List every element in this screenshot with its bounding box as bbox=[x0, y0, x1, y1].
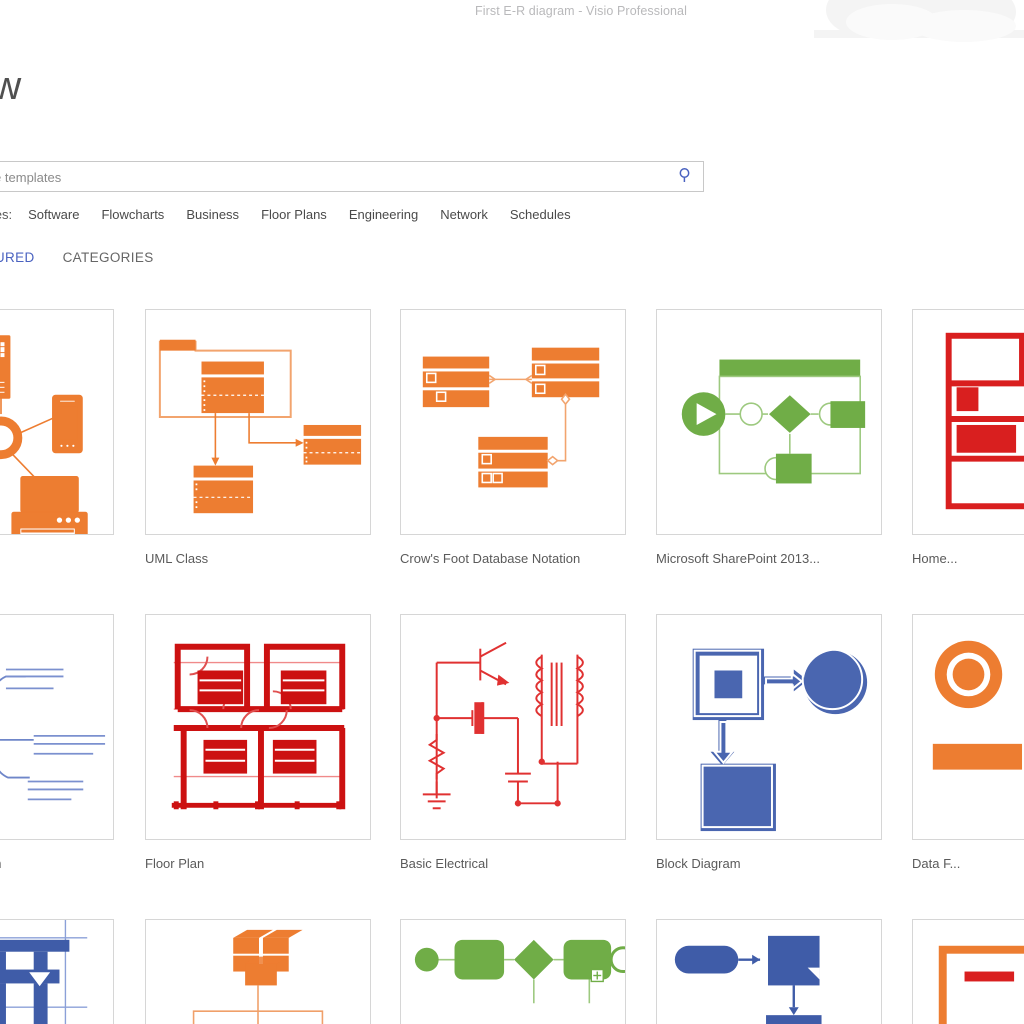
template-thumbnail bbox=[0, 614, 114, 840]
template-card-label: Home... bbox=[912, 551, 958, 566]
search-button[interactable] bbox=[671, 163, 701, 190]
template-thumbnail bbox=[0, 309, 114, 535]
tab-featured[interactable]: FEATURED bbox=[0, 250, 35, 265]
template-thumbnail bbox=[0, 919, 114, 1024]
search-box[interactable] bbox=[0, 161, 704, 193]
tab-categories[interactable]: CATEGORIES bbox=[63, 250, 154, 265]
template-card-brainstorming-diagram[interactable]: ...storming Diagram bbox=[0, 614, 114, 872]
template-card-label: Data F... bbox=[912, 856, 961, 871]
template-thumbnail bbox=[145, 614, 371, 840]
suggested-search-network[interactable]: Network bbox=[440, 207, 488, 222]
page-title: New bbox=[0, 64, 21, 108]
template-thumbnail bbox=[400, 614, 626, 840]
suggested-search-software[interactable]: Software bbox=[28, 207, 79, 222]
suggested-searches-label: Suggested searches: bbox=[0, 206, 13, 222]
template-thumbnail bbox=[656, 614, 882, 840]
template-card-rack-diagram[interactable] bbox=[145, 919, 371, 1024]
template-thumbnail bbox=[656, 919, 882, 1024]
suggested-search-business[interactable]: Business bbox=[186, 207, 239, 222]
template-card-basic-electrical[interactable]: Basic Electrical bbox=[400, 614, 626, 872]
template-card-label: ...storming Diagram bbox=[0, 856, 114, 872]
template-thumbnail bbox=[400, 309, 626, 535]
visio-new-screen: First E-R diagram - Visio Professional N… bbox=[0, 0, 1024, 1024]
template-card-floor-plan[interactable]: Floor Plan bbox=[145, 614, 371, 872]
template-thumbnail bbox=[400, 919, 626, 1024]
gallery-tabs: FEATURED CATEGORIES bbox=[0, 250, 182, 265]
template-card-site-plan[interactable] bbox=[0, 919, 114, 1024]
search-icon bbox=[678, 167, 694, 186]
template-thumbnail bbox=[912, 614, 1024, 840]
template-card-basic-flowchart[interactable] bbox=[656, 919, 882, 1024]
template-card-block-diagram[interactable]: Block Diagram bbox=[656, 614, 882, 872]
template-thumbnail bbox=[656, 309, 882, 535]
template-thumbnail bbox=[912, 309, 1024, 535]
suggested-search-flowcharts[interactable]: Flowcharts bbox=[101, 207, 164, 222]
template-thumbnail bbox=[145, 919, 371, 1024]
template-card-sharepoint-workflow[interactable]: Microsoft SharePoint 2013... bbox=[656, 309, 882, 567]
template-card-label: Basic Electrical bbox=[400, 856, 489, 871]
title-bar: First E-R diagram - Visio Professional bbox=[0, 0, 1024, 42]
template-card-cross-functional[interactable] bbox=[912, 919, 1024, 1024]
template-row: Network Diagram bbox=[0, 309, 1024, 614]
template-card-bpmn-diagram[interactable] bbox=[400, 919, 626, 1024]
suggested-search-floor-plans[interactable]: Floor Plans bbox=[261, 207, 327, 222]
template-card-label: Crow's Foot Database Notation bbox=[400, 551, 581, 566]
template-card-data-flow[interactable]: Data F... bbox=[912, 614, 1024, 872]
template-thumbnail bbox=[145, 309, 371, 535]
template-card-uml-class[interactable]: UML Class bbox=[145, 309, 371, 567]
template-card-home-plan[interactable]: Home... bbox=[912, 309, 1024, 567]
suggested-search-engineering[interactable]: Engineering bbox=[349, 207, 418, 222]
suggested-search-schedules[interactable]: Schedules bbox=[510, 207, 571, 222]
template-card-label: Floor Plan bbox=[145, 856, 205, 871]
template-card-network-diagram[interactable]: Network Diagram bbox=[0, 309, 114, 567]
template-thumbnail bbox=[912, 919, 1024, 1024]
template-card-crows-foot[interactable]: Crow's Foot Database Notation bbox=[400, 309, 626, 567]
template-card-label: Microsoft SharePoint 2013... bbox=[656, 551, 821, 566]
template-row bbox=[0, 919, 1024, 1024]
template-gallery: Network Diagram bbox=[0, 309, 1024, 1024]
template-card-label: UML Class bbox=[145, 551, 209, 566]
window-title: First E-R diagram - Visio Professional bbox=[475, 4, 687, 18]
suggested-searches: Suggested searches: Software Flowcharts … bbox=[0, 205, 593, 223]
template-card-label: Block Diagram bbox=[656, 856, 741, 871]
search-input[interactable] bbox=[0, 162, 665, 193]
template-row: ...storming Diagram bbox=[0, 614, 1024, 919]
template-card-label: Network Diagram bbox=[0, 551, 114, 567]
